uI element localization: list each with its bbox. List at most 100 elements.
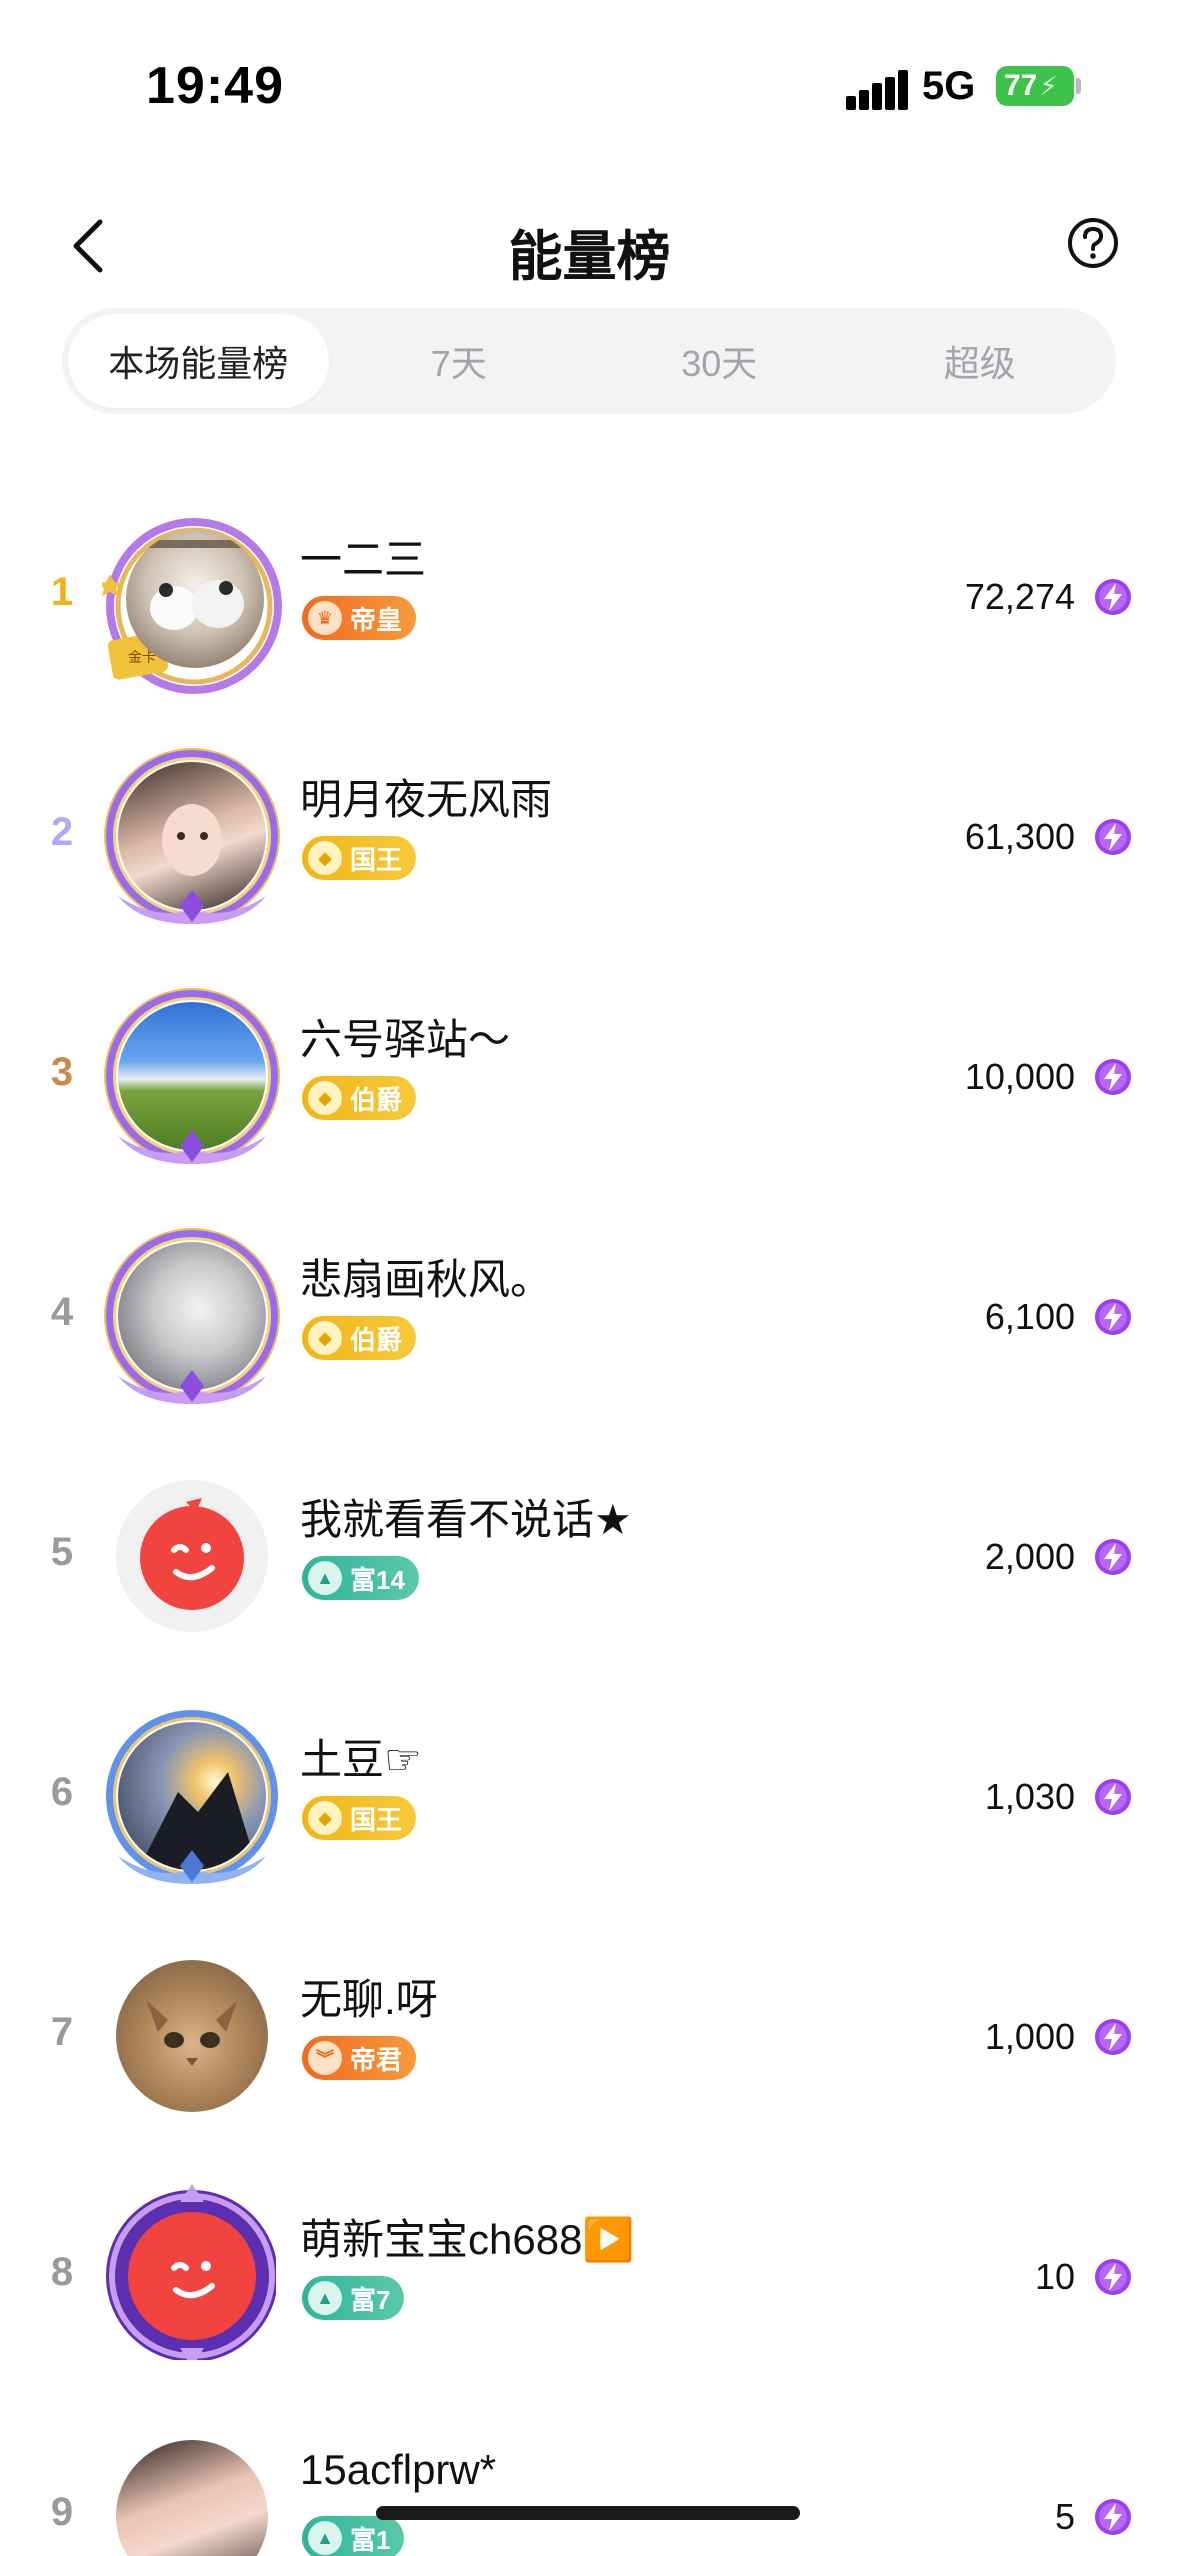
charging-bolt-icon: ⚡ xyxy=(1039,70,1058,101)
rank-number: 1 xyxy=(50,570,74,614)
energy-score: 5 xyxy=(1054,2496,1075,2537)
user-name: 明月夜无风雨 xyxy=(300,776,553,823)
triangle-gem-icon: ▲ xyxy=(308,1561,342,1595)
level-badge-label: 国王 xyxy=(350,844,403,875)
rank-number: 4 xyxy=(50,1290,74,1334)
level-badge-label: 富1 xyxy=(350,2524,391,2555)
ranking-row[interactable]: 5 我就看看不说话★ ▲ 富14 2,000 xyxy=(0,1438,1179,1678)
avatar xyxy=(102,746,282,926)
energy-score: 1,030 xyxy=(984,1776,1075,1817)
level-badge: ◆ 国王 xyxy=(302,836,417,880)
diamond-icon: ◆ xyxy=(308,1321,342,1355)
avatar xyxy=(102,1706,282,1886)
energy-bolt-icon xyxy=(1095,1059,1131,1095)
energy-bolt-icon xyxy=(1095,1539,1131,1575)
ranking-row[interactable]: 1 金卡 一二三 ♛ 帝皇 72,274 xyxy=(0,478,1179,718)
crown-gem-icon: ♛ xyxy=(308,601,342,635)
rank-number: 6 xyxy=(50,1770,74,1814)
rank-number: 8 xyxy=(50,2250,74,2294)
energy-bolt-icon xyxy=(1095,1779,1131,1815)
ranking-row[interactable]: 4 悲扇画秋风。 ◆ 伯爵 6,100 xyxy=(0,1198,1179,1438)
rank-number: 5 xyxy=(50,1530,74,1574)
rank-number: 9 xyxy=(50,2490,74,2534)
diamond-icon: ◆ xyxy=(308,841,342,875)
default-avatar-face-icon xyxy=(140,1498,244,1610)
level-badge-label: 国王 xyxy=(350,1804,403,1835)
tab-super[interactable]: 超级 xyxy=(850,314,1111,408)
user-name: 悲扇画秋风。 xyxy=(300,1256,553,1303)
level-badge: ▲ 富1 xyxy=(302,2516,405,2556)
avatar xyxy=(102,2184,282,2366)
level-badge: ◆ 伯爵 xyxy=(302,1316,417,1360)
energy-score: 61,300 xyxy=(964,816,1075,857)
battery-cap xyxy=(1076,78,1081,94)
home-indicator[interactable] xyxy=(376,2506,800,2520)
avatar: 金卡 xyxy=(102,516,282,696)
level-badge-label: 伯爵 xyxy=(350,1324,403,1355)
level-badge-label: 帝皇 xyxy=(350,604,403,635)
tab-30-days[interactable]: 30天 xyxy=(589,314,850,408)
avatar xyxy=(102,1946,282,2126)
user-name: 我就看看不说话★ xyxy=(300,1496,632,1543)
level-badge-label: 帝君 xyxy=(350,2044,403,2075)
diamond-icon: ◆ xyxy=(308,1081,342,1115)
help-button[interactable] xyxy=(1066,216,1120,270)
ranking-row[interactable]: 2 明月夜无风雨 ◆ 国王 61,300 xyxy=(0,718,1179,958)
avatar-image xyxy=(126,530,264,668)
avatar xyxy=(102,1226,282,1406)
level-badge-label: 伯爵 xyxy=(350,1084,403,1115)
ranking-period-tabs: 本场能量榜 7天 30天 超级 xyxy=(62,308,1116,414)
frame-wings xyxy=(118,890,266,924)
avatar-image xyxy=(116,2440,268,2556)
energy-bolt-icon xyxy=(1095,2019,1131,2055)
energy-score: 6,100 xyxy=(984,1296,1075,1337)
level-badge: ♛ 帝皇 xyxy=(302,596,417,640)
rank-number: 7 xyxy=(50,2010,74,2054)
energy-score: 10,000 xyxy=(964,1056,1075,1097)
energy-score: 10 xyxy=(1034,2256,1075,2297)
frame-wings xyxy=(118,1130,266,1164)
level-badge: ▲ 富14 xyxy=(302,1556,419,1600)
battery-level: 77 xyxy=(1004,69,1038,102)
level-badge: ︾ 帝君 xyxy=(302,2036,417,2080)
user-name: 萌新宝宝ch688▶️ xyxy=(300,2216,635,2263)
default-avatar-face-icon xyxy=(171,2261,215,2299)
ranking-row[interactable]: 8 萌新宝宝ch688▶️ ▲ 富7 10 xyxy=(0,2158,1179,2398)
level-badge-label: 富14 xyxy=(350,1564,405,1595)
avatar-image xyxy=(116,1960,268,2112)
user-name: 15acflprw* xyxy=(300,2446,497,2493)
tab-7-days[interactable]: 7天 xyxy=(329,314,590,408)
avatar-image xyxy=(116,1480,268,1632)
question-mark-icon xyxy=(1068,218,1118,268)
energy-bolt-icon xyxy=(1095,819,1131,855)
triangle-gem-icon: ▲ xyxy=(308,2521,342,2555)
status-bar: 19:49 5G 77 ⚡ xyxy=(0,0,1179,170)
energy-bolt-icon xyxy=(1095,2259,1131,2295)
energy-score: 72,274 xyxy=(964,576,1075,617)
ranking-row[interactable]: 6 土豆☞ ◆ 国王 1,030 xyxy=(0,1678,1179,1918)
energy-bolt-icon xyxy=(1095,1299,1131,1335)
page-title: 能量榜 xyxy=(508,227,671,287)
triangle-gem-icon: ▲ xyxy=(308,2281,342,2315)
status-time: 19:49 xyxy=(146,57,284,115)
level-badge: ▲ 富7 xyxy=(302,2276,405,2320)
user-name: 六号驿站～ xyxy=(300,1016,511,1063)
user-name: 无聊.呀 xyxy=(300,1976,438,2023)
avatar xyxy=(102,986,282,1166)
frame-wings xyxy=(118,1850,266,1884)
energy-bolt-icon xyxy=(1095,579,1131,615)
level-badge: ◆ 国王 xyxy=(302,1796,417,1840)
rank-number: 2 xyxy=(50,810,74,854)
avatar xyxy=(102,2426,282,2556)
ranking-row[interactable]: 7 无聊.呀 ︾ 帝君 1,000 xyxy=(0,1918,1179,2158)
ranking-row[interactable]: 9 15acflprw* ▲ 富1 5 xyxy=(0,2398,1179,2556)
rank-number: 3 xyxy=(50,1050,74,1094)
energy-bolt-icon xyxy=(1095,2499,1131,2535)
chevron-rank-icon: ︾ xyxy=(308,2041,342,2075)
nav-header: 能量榜 xyxy=(0,190,1179,300)
diamond-icon: ◆ xyxy=(308,1801,342,1835)
energy-score: 2,000 xyxy=(984,1536,1075,1577)
tab-this-session[interactable]: 本场能量榜 xyxy=(68,314,329,408)
ranking-row[interactable]: 3 六号驿站～ ◆ 伯爵 10,000 xyxy=(0,958,1179,1198)
cellular-signal-icon xyxy=(846,70,908,110)
